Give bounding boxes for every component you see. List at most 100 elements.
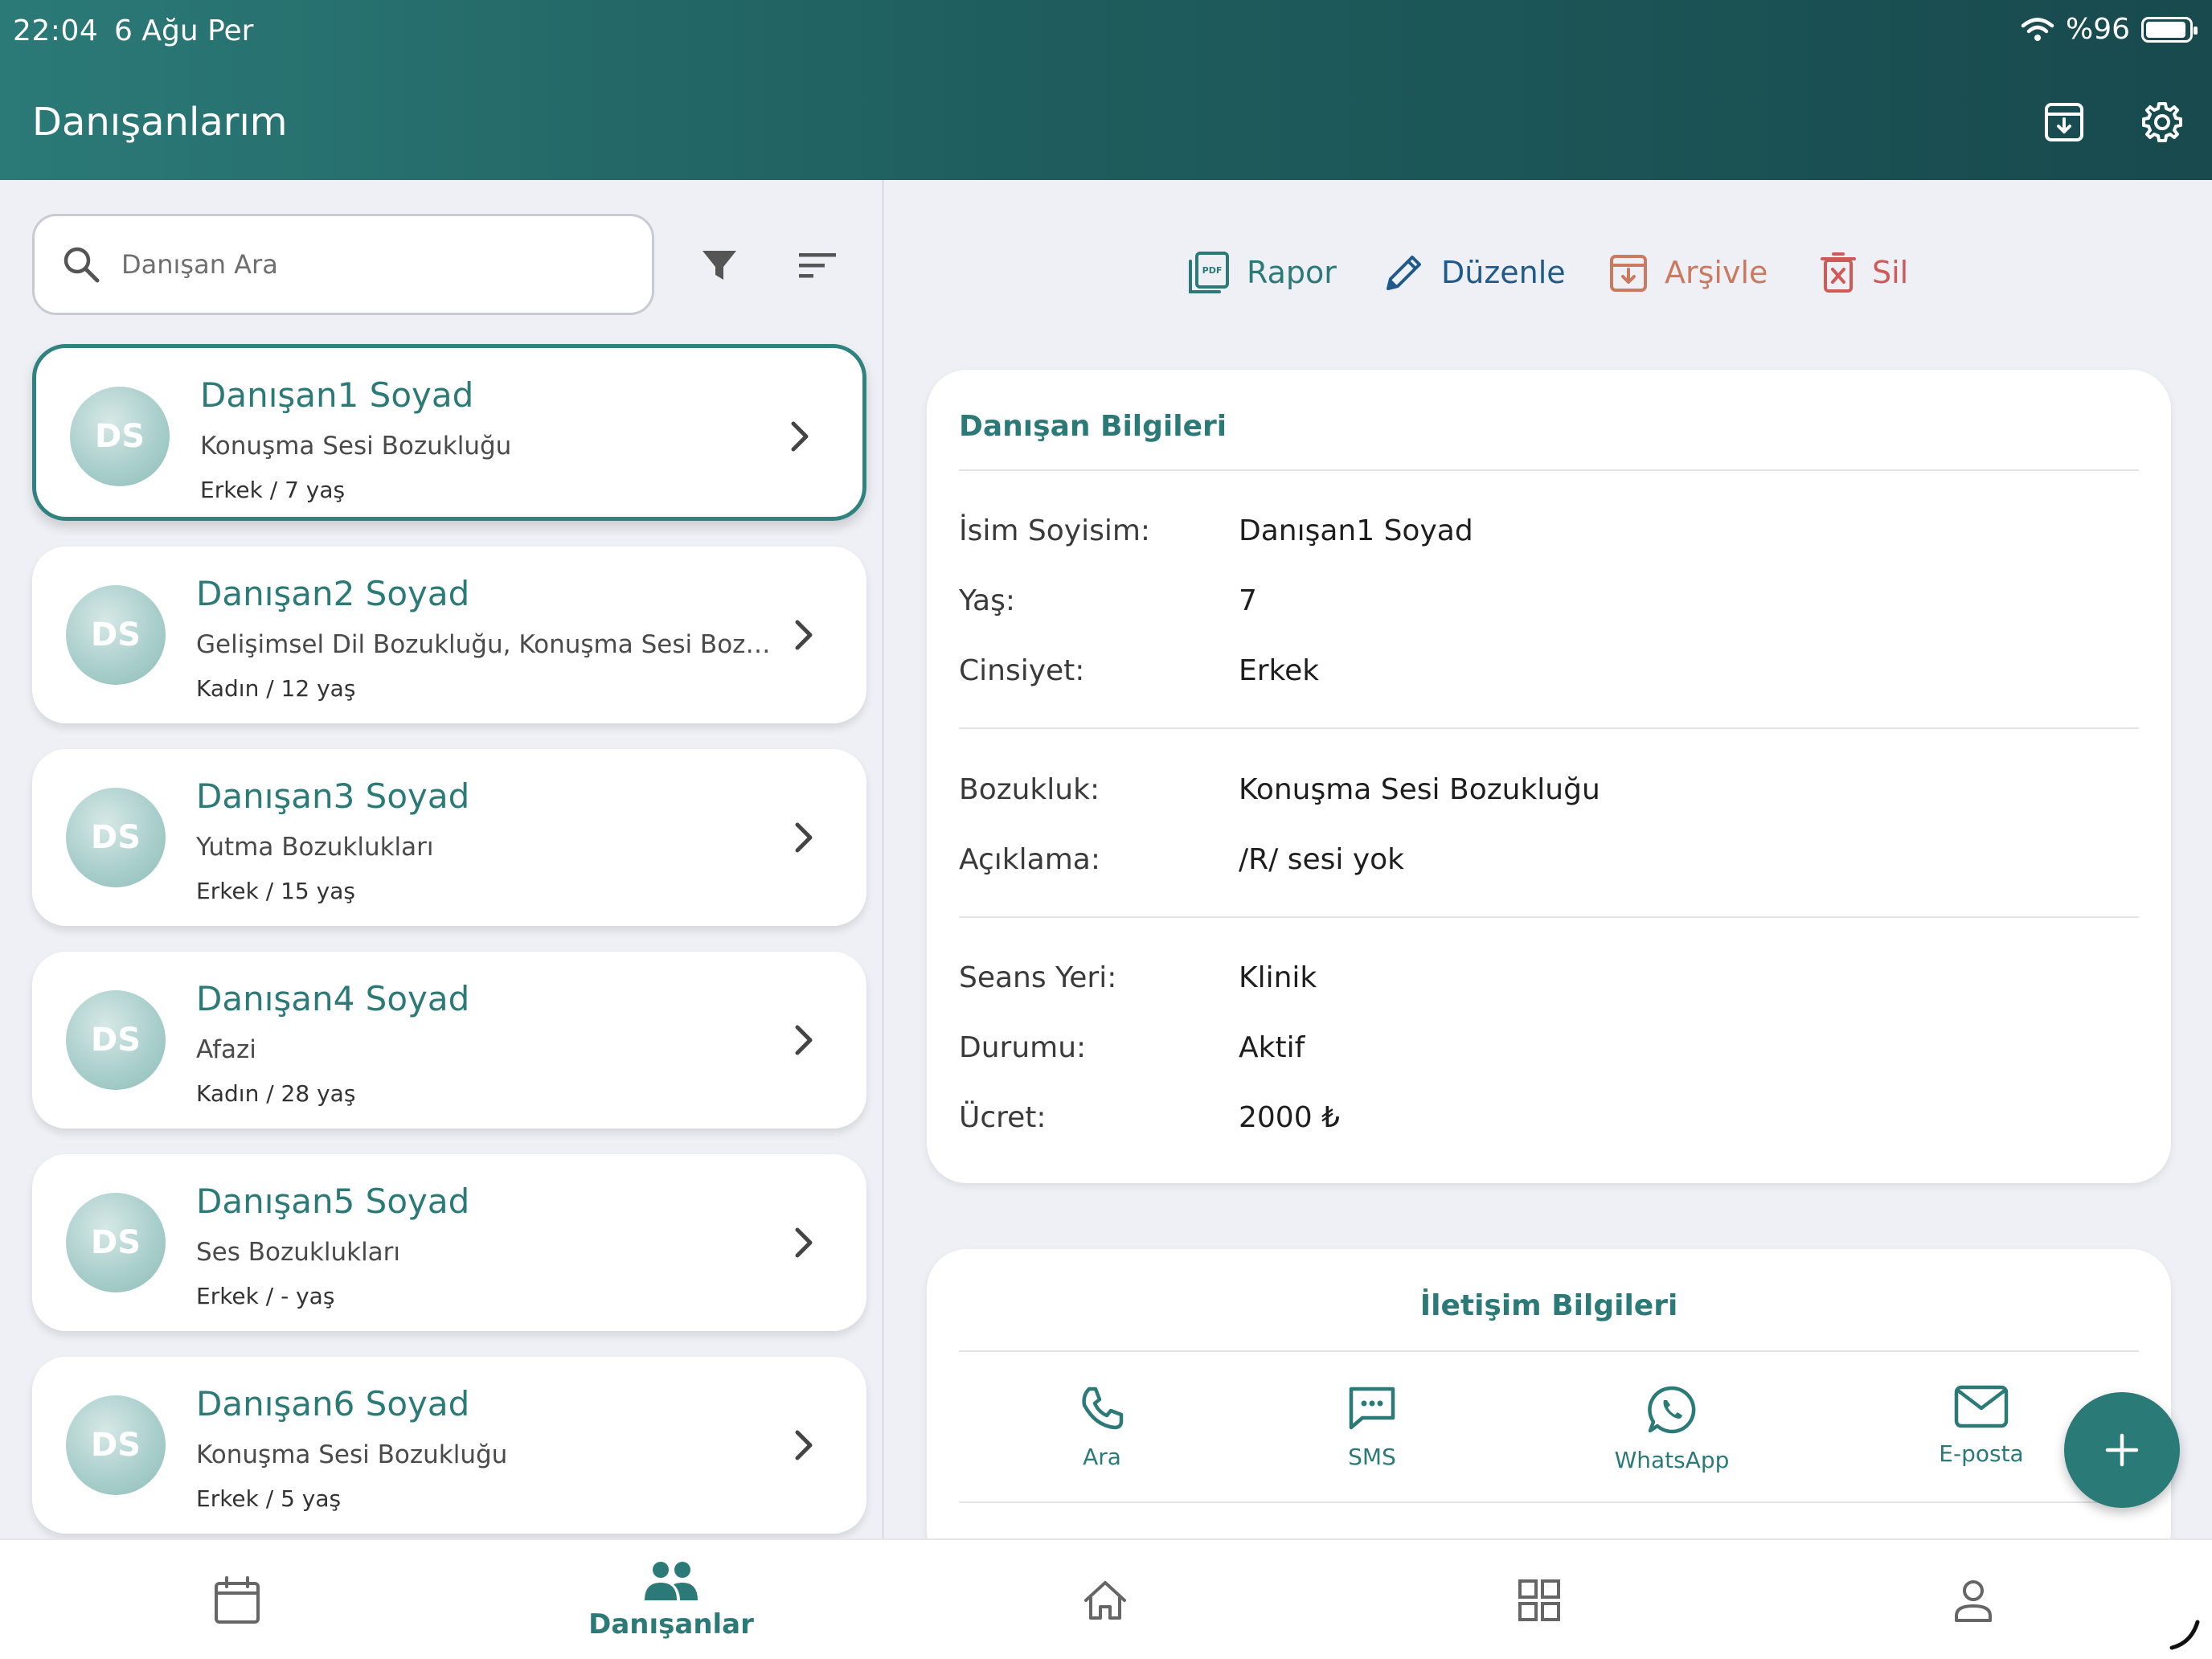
add-client-button[interactable] <box>2064 1392 2180 1508</box>
gear-icon <box>2142 102 2182 142</box>
call-button[interactable]: Ara <box>1022 1384 1182 1470</box>
client-name: Danışan5 Soyad <box>196 1182 470 1221</box>
client-meta: Erkek / 7 yaş <box>200 477 346 503</box>
description-label: Açıklama: <box>959 843 1100 876</box>
chevron-right-icon <box>791 421 809 452</box>
chevron-right-icon <box>795 1227 813 1258</box>
pdf-icon: PDF <box>1189 252 1229 293</box>
sms-icon <box>1349 1387 1395 1430</box>
gender-label: Cinsiyet: <box>959 654 1085 687</box>
name-value: Danışan1 Soyad <box>1239 514 1473 547</box>
client-card[interactable]: DS Danışan6 Soyad Konuşma Sesi Bozukluğu… <box>32 1357 866 1534</box>
contact-card-title: İletişim Bilgileri <box>1419 1289 1678 1322</box>
client-disorder: Afazi <box>196 1035 256 1064</box>
report-button[interactable]: PDF Rapor <box>1187 244 1337 301</box>
scroll-indicator-icon <box>2169 1620 2200 1650</box>
report-label: Rapor <box>1247 255 1337 290</box>
archive-button[interactable]: Arşivle <box>1608 244 1768 301</box>
gender-value: Erkek <box>1239 654 1320 687</box>
nav-home[interactable] <box>1045 1540 1165 1659</box>
people-icon <box>645 1562 698 1600</box>
client-name: Danışan3 Soyad <box>196 776 470 816</box>
nav-calendar[interactable] <box>177 1540 297 1659</box>
archive-download-button[interactable] <box>2040 98 2088 146</box>
divider <box>959 469 2139 471</box>
archive-download-icon <box>2045 103 2083 141</box>
nav-dashboard[interactable] <box>1479 1540 1600 1659</box>
calendar-icon <box>215 1576 260 1624</box>
divider <box>959 916 2139 918</box>
session-place-label: Seans Yeri: <box>959 961 1117 994</box>
client-name: Danışan1 Soyad <box>200 375 474 415</box>
fee-label: Ücret: <box>959 1101 1047 1134</box>
name-label: İsim Soyisim: <box>959 514 1151 547</box>
client-card[interactable]: DS Danışan2 Soyad Gelişimsel Dil Bozuklu… <box>32 547 866 723</box>
email-label: E-posta <box>1939 1440 2024 1467</box>
filter-icon <box>703 251 736 280</box>
svg-text:PDF: PDF <box>1202 265 1223 276</box>
client-name: Danışan4 Soyad <box>196 979 470 1018</box>
avatar: DS <box>66 1193 166 1292</box>
divider <box>959 727 2139 729</box>
age-value: 7 <box>1239 584 1257 617</box>
client-card[interactable]: DS Danışan4 Soyad Afazi Kadın / 28 yaş <box>32 952 866 1129</box>
trash-icon <box>1821 252 1856 293</box>
status-value: Aktif <box>1239 1031 1305 1064</box>
delete-label: Sil <box>1872 255 1909 290</box>
whatsapp-icon <box>1648 1386 1696 1434</box>
client-disorder: Konuşma Sesi Bozukluğu <box>196 1440 508 1469</box>
status-time: 22:04 <box>13 14 99 47</box>
chevron-right-icon <box>795 1430 813 1460</box>
client-disorder: Konuşma Sesi Bozukluğu <box>200 432 512 461</box>
chevron-right-icon <box>795 620 813 650</box>
edit-button[interactable]: Düzenle <box>1383 244 1566 301</box>
battery-percent: %96 <box>2065 13 2130 46</box>
nav-clients[interactable]: Danışanlar <box>579 1540 764 1659</box>
sort-icon <box>799 253 836 278</box>
grid-icon <box>1518 1579 1560 1621</box>
whatsapp-label: WhatsApp <box>1614 1447 1730 1473</box>
delete-button[interactable]: Sil <box>1821 244 1908 301</box>
sort-button[interactable] <box>789 238 846 294</box>
filter-button[interactable] <box>691 238 748 294</box>
search-input[interactable] <box>121 249 604 280</box>
client-card[interactable]: DS Danışan1 Soyad Konuşma Sesi Bozukluğu… <box>32 344 866 521</box>
divider <box>959 1501 2139 1503</box>
fee-value: 2000 ₺ <box>1239 1101 1340 1134</box>
avatar: DS <box>66 788 166 887</box>
home-icon <box>1084 1581 1126 1620</box>
avatar: DS <box>70 387 170 486</box>
edit-label: Düzenle <box>1441 255 1566 290</box>
nav-clients-label: Danışanlar <box>588 1608 754 1641</box>
client-card[interactable]: DS Danışan3 Soyad Yutma Bozuklukları Erk… <box>32 749 866 926</box>
bottom-navigation: Danışanlar <box>0 1538 2212 1659</box>
client-list-panel: DS Danışan1 Soyad Konuşma Sesi Bozukluğu… <box>0 180 884 1538</box>
archive-label: Arşivle <box>1665 255 1768 290</box>
client-disorder: Yutma Bozuklukları <box>196 833 434 862</box>
client-card[interactable]: DS Danışan5 Soyad Ses Bozuklukları Erkek… <box>32 1154 866 1331</box>
status-date: 6 Ağu Per <box>114 14 254 47</box>
email-button[interactable]: E-posta <box>1901 1384 2062 1467</box>
email-icon <box>1954 1385 2009 1428</box>
client-name: Danışan2 Soyad <box>196 574 470 613</box>
status-label: Durumu: <box>959 1031 1087 1064</box>
disorder-label: Bozukluk: <box>959 773 1100 806</box>
client-meta: Kadın / 28 yaş <box>196 1080 356 1107</box>
nav-profile[interactable] <box>1913 1540 2034 1659</box>
client-disorder: Gelişimsel Dil Bozukluğu, Konuşma Sesi B… <box>196 630 775 659</box>
call-label: Ara <box>1083 1444 1121 1470</box>
client-disorder: Ses Bozuklukları <box>196 1238 401 1267</box>
client-name: Danışan6 Soyad <box>196 1384 470 1423</box>
search-box[interactable] <box>32 214 654 315</box>
wifi-icon <box>2021 17 2054 41</box>
battery-icon <box>2141 16 2198 43</box>
avatar: DS <box>66 1395 166 1495</box>
chevron-right-icon <box>795 822 813 853</box>
client-detail-panel: PDF Rapor Düzenle Arşivle Sil Danışan Bi… <box>887 180 2212 1571</box>
description-value: /R/ sesi yok <box>1239 843 1404 876</box>
client-info-card: Danışan Bilgileri İsim Soyisim: Danışan1… <box>927 370 2171 1183</box>
whatsapp-button[interactable]: WhatsApp <box>1591 1384 1752 1473</box>
client-meta: Erkek / 5 yaş <box>196 1485 342 1512</box>
settings-button[interactable] <box>2138 98 2186 146</box>
sms-button[interactable]: SMS <box>1292 1384 1452 1470</box>
